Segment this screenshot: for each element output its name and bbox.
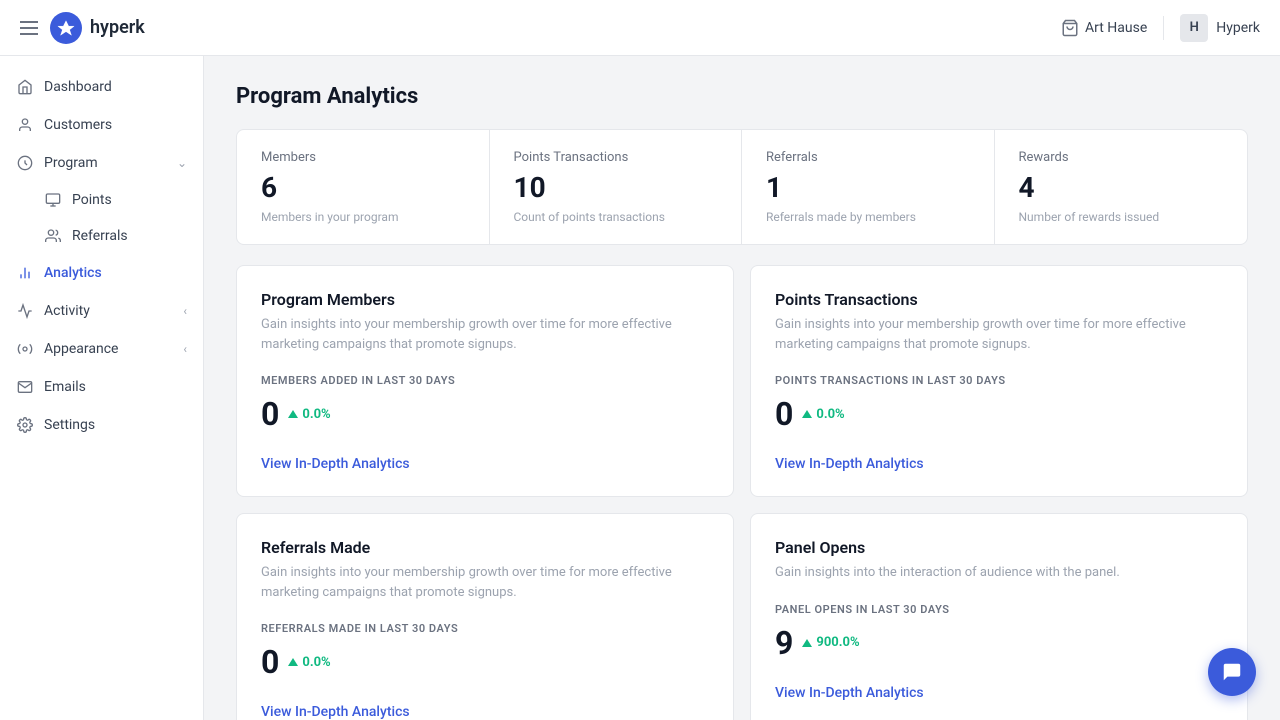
sidebar-item-referrals[interactable]: Referrals bbox=[0, 218, 203, 254]
sidebar-item-analytics[interactable]: Analytics bbox=[0, 254, 203, 292]
home-icon bbox=[16, 78, 34, 96]
card-points-transactions: Points Transactions Gain insights into y… bbox=[750, 265, 1248, 497]
page-title: Program Analytics bbox=[236, 84, 1248, 109]
topnav-right: Art Hause H Hyperk bbox=[1061, 14, 1260, 42]
store-info[interactable]: Art Hause bbox=[1061, 19, 1147, 37]
sidebar-label-points: Points bbox=[72, 192, 112, 208]
card-metric-value-0: 0 0.0% bbox=[261, 395, 709, 433]
card-title-0: Program Members bbox=[261, 290, 709, 309]
stat-points: Points Transactions 10 Count of points t… bbox=[490, 130, 743, 244]
sidebar-item-emails[interactable]: Emails bbox=[0, 368, 203, 406]
card-metric-value-2: 0 0.0% bbox=[261, 643, 709, 681]
sidebar-label-dashboard: Dashboard bbox=[44, 79, 112, 95]
stat-rewards: Rewards 4 Number of rewards issued bbox=[995, 130, 1248, 244]
settings-icon bbox=[16, 416, 34, 434]
chevron-left-icon-2: ‹ bbox=[183, 342, 187, 356]
stat-desc-points: Count of points transactions bbox=[514, 210, 718, 224]
sidebar-item-customers[interactable]: Customers bbox=[0, 106, 203, 144]
logo-icon bbox=[50, 12, 82, 44]
topnav-left: hyperk bbox=[20, 12, 145, 44]
trend-3: 900.0% bbox=[801, 635, 859, 650]
chevron-left-icon: ‹ bbox=[183, 304, 187, 318]
stat-members: Members 6 Members in your program bbox=[237, 130, 490, 244]
stat-value-points: 10 bbox=[514, 171, 718, 204]
stat-label-points: Points Transactions bbox=[514, 150, 718, 165]
stat-label-members: Members bbox=[261, 150, 465, 165]
trend-1: 0.0% bbox=[801, 407, 844, 422]
trend-0: 0.0% bbox=[287, 407, 330, 422]
sidebar-label-emails: Emails bbox=[44, 379, 86, 395]
card-program-members: Program Members Gain insights into your … bbox=[236, 265, 734, 497]
sidebar-label-program: Program bbox=[44, 155, 98, 171]
card-title-1: Points Transactions bbox=[775, 290, 1223, 309]
user-name: Hyperk bbox=[1216, 20, 1260, 36]
card-panel-opens: Panel Opens Gain insights into the inter… bbox=[750, 513, 1248, 720]
top-navigation: hyperk Art Hause H Hyperk bbox=[0, 0, 1280, 56]
sidebar: Dashboard Customers Program ⌄ Points bbox=[0, 56, 204, 720]
view-link-3[interactable]: View In-Depth Analytics bbox=[775, 685, 924, 701]
card-metric-value-1: 0 0.0% bbox=[775, 395, 1223, 433]
logo-text: hyperk bbox=[90, 17, 145, 38]
points-icon bbox=[44, 191, 62, 209]
stat-label-referrals: Referrals bbox=[766, 150, 970, 165]
card-metric-label-2: REFERRALS MADE IN LAST 30 DAYS bbox=[261, 622, 709, 635]
card-desc-0: Gain insights into your membership growt… bbox=[261, 315, 709, 354]
program-icon bbox=[16, 154, 34, 172]
layout: Dashboard Customers Program ⌄ Points bbox=[0, 56, 1280, 720]
sidebar-item-activity[interactable]: Activity ‹ bbox=[0, 292, 203, 330]
analytics-cards-grid: Program Members Gain insights into your … bbox=[236, 265, 1248, 720]
emails-icon bbox=[16, 378, 34, 396]
sidebar-label-customers: Customers bbox=[44, 117, 112, 133]
stat-referrals: Referrals 1 Referrals made by members bbox=[742, 130, 995, 244]
stat-desc-rewards: Number of rewards issued bbox=[1019, 210, 1224, 224]
analytics-icon bbox=[16, 264, 34, 282]
sidebar-label-referrals: Referrals bbox=[72, 228, 128, 244]
card-desc-1: Gain insights into your membership growt… bbox=[775, 315, 1223, 354]
card-metric-label-3: PANEL OPENS IN LAST 30 DAYS bbox=[775, 603, 1223, 616]
view-link-0[interactable]: View In-Depth Analytics bbox=[261, 456, 410, 472]
stat-value-rewards: 4 bbox=[1019, 171, 1224, 204]
view-link-1[interactable]: View In-Depth Analytics bbox=[775, 456, 924, 472]
card-metric-label-1: POINTS TRANSACTIONS IN LAST 30 DAYS bbox=[775, 374, 1223, 387]
sidebar-item-program[interactable]: Program ⌄ bbox=[0, 144, 203, 182]
sidebar-label-analytics: Analytics bbox=[44, 265, 102, 281]
logo[interactable]: hyperk bbox=[50, 12, 145, 44]
card-metric-value-3: 9 900.0% bbox=[775, 624, 1223, 662]
sidebar-item-settings[interactable]: Settings bbox=[0, 406, 203, 444]
card-title-2: Referrals Made bbox=[261, 538, 709, 557]
stat-desc-members: Members in your program bbox=[261, 210, 465, 224]
sidebar-label-activity: Activity bbox=[44, 303, 90, 319]
main-content: Program Analytics Members 6 Members in y… bbox=[204, 56, 1280, 720]
chevron-down-icon: ⌄ bbox=[177, 156, 187, 170]
user-avatar: H bbox=[1180, 14, 1208, 42]
sidebar-item-appearance[interactable]: Appearance ‹ bbox=[0, 330, 203, 368]
stats-row: Members 6 Members in your program Points… bbox=[236, 129, 1248, 245]
trend-2: 0.0% bbox=[287, 655, 330, 670]
activity-icon bbox=[16, 302, 34, 320]
stat-label-rewards: Rewards bbox=[1019, 150, 1224, 165]
divider bbox=[1163, 16, 1164, 40]
user-info[interactable]: H Hyperk bbox=[1180, 14, 1260, 42]
stat-desc-referrals: Referrals made by members bbox=[766, 210, 970, 224]
cart-icon bbox=[1061, 19, 1079, 37]
card-desc-2: Gain insights into your membership growt… bbox=[261, 563, 709, 602]
sidebar-label-settings: Settings bbox=[44, 417, 95, 433]
card-metric-label-0: MEMBERS ADDED IN LAST 30 DAYS bbox=[261, 374, 709, 387]
appearance-icon bbox=[16, 340, 34, 358]
sidebar-item-dashboard[interactable]: Dashboard bbox=[0, 68, 203, 106]
store-name: Art Hause bbox=[1085, 20, 1147, 36]
stat-value-referrals: 1 bbox=[766, 171, 970, 204]
stat-value-members: 6 bbox=[261, 171, 465, 204]
customers-icon bbox=[16, 116, 34, 134]
card-title-3: Panel Opens bbox=[775, 538, 1223, 557]
referrals-icon bbox=[44, 227, 62, 245]
card-desc-3: Gain insights into the interaction of au… bbox=[775, 563, 1223, 583]
hamburger-menu[interactable] bbox=[20, 21, 38, 35]
sidebar-label-appearance: Appearance bbox=[44, 341, 118, 357]
card-referrals-made: Referrals Made Gain insights into your m… bbox=[236, 513, 734, 720]
chat-fab-button[interactable] bbox=[1208, 648, 1256, 696]
sidebar-item-points[interactable]: Points bbox=[0, 182, 203, 218]
view-link-2[interactable]: View In-Depth Analytics bbox=[261, 704, 410, 720]
